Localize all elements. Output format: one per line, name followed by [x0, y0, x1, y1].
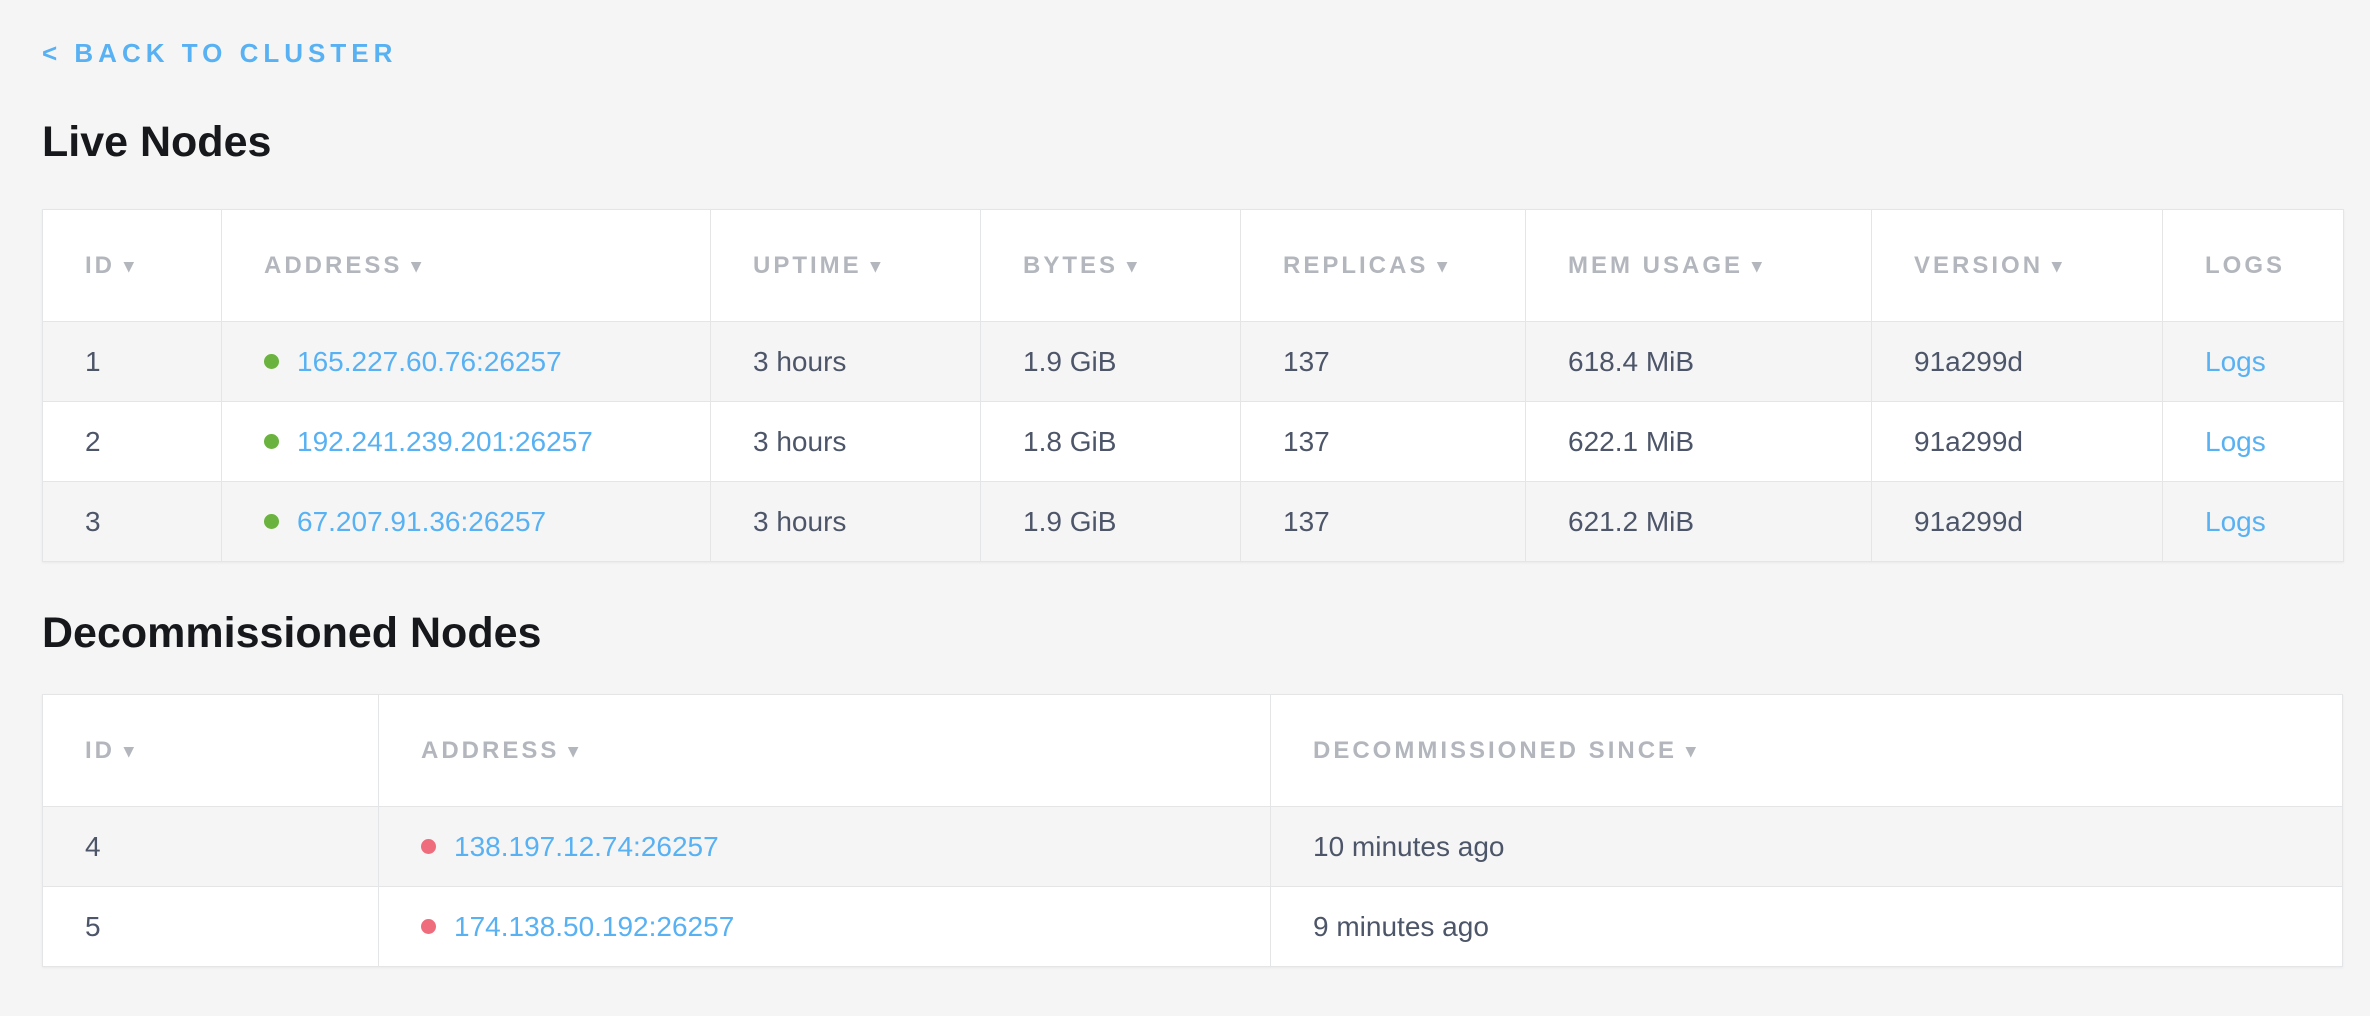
live-status-dot-icon	[264, 514, 279, 529]
node-version-cell: 91a299d	[1872, 482, 2163, 562]
node-address-link[interactable]: 67.207.91.36:26257	[297, 506, 546, 537]
table-row-node-2: 2 192.241.239.201:26257 3 hours 1.8 GiB …	[43, 402, 2344, 482]
table-row-node-5: 5 174.138.50.192:26257 9 minutes ago	[43, 887, 2343, 967]
node-address-link[interactable]: 174.138.50.192:26257	[454, 911, 734, 942]
sort-arrow-icon: ▾	[871, 256, 884, 277]
node-uptime-cell: 3 hours	[711, 322, 981, 402]
node-id-cell: 1	[43, 322, 222, 402]
node-logs-link[interactable]: Logs	[2205, 346, 2266, 377]
live-status-dot-icon	[264, 434, 279, 449]
live-nodes-title: Live Nodes	[42, 115, 2342, 169]
sort-arrow-icon: ▾	[124, 741, 137, 762]
node-logs-link[interactable]: Logs	[2205, 426, 2266, 457]
live-status-dot-icon	[264, 354, 279, 369]
node-logs-cell: Logs	[2163, 322, 2344, 402]
decommissioned-nodes-table: ID▾ ADDRESS▾ DECOMMISSIONED SINCE▾ 4 138…	[42, 694, 2343, 967]
node-id-cell: 3	[43, 482, 222, 562]
column-header-bytes[interactable]: BYTES▾	[981, 210, 1241, 322]
node-address-link[interactable]: 138.197.12.74:26257	[454, 831, 719, 862]
node-address-cell: 138.197.12.74:26257	[379, 807, 1271, 887]
sort-arrow-icon: ▾	[568, 741, 581, 762]
node-mem-usage-cell: 618.4 MiB	[1526, 322, 1872, 402]
page-content: < BACK TO CLUSTER Live Nodes ID▾ ADDRESS…	[0, 0, 2370, 967]
table-row-node-3: 3 67.207.91.36:26257 3 hours 1.9 GiB 137…	[43, 482, 2344, 562]
node-address-link[interactable]: 165.227.60.76:26257	[297, 346, 562, 377]
sort-arrow-icon: ▾	[1127, 256, 1140, 277]
column-header-logs: LOGS	[2163, 210, 2344, 322]
node-mem-usage-cell: 621.2 MiB	[1526, 482, 1872, 562]
node-logs-link[interactable]: Logs	[2205, 506, 2266, 537]
decommissioned-header-row: ID▾ ADDRESS▾ DECOMMISSIONED SINCE▾	[43, 695, 2343, 807]
node-replicas-cell: 137	[1241, 482, 1526, 562]
node-replicas-cell: 137	[1241, 322, 1526, 402]
live-nodes-table: ID▾ ADDRESS▾ UPTIME▾ BYTES▾ REPLICAS▾ ME…	[42, 209, 2344, 562]
sort-arrow-icon: ▾	[1686, 741, 1699, 762]
node-decommissioned-since-cell: 9 minutes ago	[1271, 887, 2343, 967]
column-header-uptime[interactable]: UPTIME▾	[711, 210, 981, 322]
node-id-cell: 5	[43, 887, 379, 967]
column-header-mem-usage[interactable]: MEM USAGE▾	[1526, 210, 1872, 322]
node-bytes-cell: 1.8 GiB	[981, 402, 1241, 482]
sort-arrow-icon: ▾	[124, 256, 137, 277]
node-mem-usage-cell: 622.1 MiB	[1526, 402, 1872, 482]
node-uptime-cell: 3 hours	[711, 402, 981, 482]
table-row-node-1: 1 165.227.60.76:26257 3 hours 1.9 GiB 13…	[43, 322, 2344, 402]
column-header-address[interactable]: ADDRESS▾	[222, 210, 711, 322]
sort-arrow-icon: ▾	[2052, 256, 2065, 277]
decommissioned-status-dot-icon	[421, 839, 436, 854]
table-row-node-4: 4 138.197.12.74:26257 10 minutes ago	[43, 807, 2343, 887]
decommissioned-nodes-title: Decommissioned Nodes	[42, 606, 2342, 660]
node-address-cell: 192.241.239.201:26257	[222, 402, 711, 482]
node-bytes-cell: 1.9 GiB	[981, 482, 1241, 562]
node-address-cell: 174.138.50.192:26257	[379, 887, 1271, 967]
column-header-id[interactable]: ID▾	[43, 695, 379, 807]
column-header-replicas[interactable]: REPLICAS▾	[1241, 210, 1526, 322]
column-header-decommissioned-since[interactable]: DECOMMISSIONED SINCE▾	[1271, 695, 2343, 807]
column-header-address[interactable]: ADDRESS▾	[379, 695, 1271, 807]
sort-arrow-icon: ▾	[1437, 256, 1450, 277]
node-logs-cell: Logs	[2163, 402, 2344, 482]
decommissioned-status-dot-icon	[421, 919, 436, 934]
node-address-cell: 67.207.91.36:26257	[222, 482, 711, 562]
column-header-version[interactable]: VERSION▾	[1872, 210, 2163, 322]
node-decommissioned-since-cell: 10 minutes ago	[1271, 807, 2343, 887]
sort-arrow-icon: ▾	[1752, 256, 1765, 277]
live-nodes-header-row: ID▾ ADDRESS▾ UPTIME▾ BYTES▾ REPLICAS▾ ME…	[43, 210, 2344, 322]
node-replicas-cell: 137	[1241, 402, 1526, 482]
node-list-page: < BACK TO CLUSTER Live Nodes ID▾ ADDRESS…	[0, 0, 2370, 1016]
node-address-link[interactable]: 192.241.239.201:26257	[297, 426, 593, 457]
node-uptime-cell: 3 hours	[711, 482, 981, 562]
node-logs-cell: Logs	[2163, 482, 2344, 562]
node-address-cell: 165.227.60.76:26257	[222, 322, 711, 402]
back-to-cluster-link[interactable]: < BACK TO CLUSTER	[42, 38, 397, 69]
node-id-cell: 2	[43, 402, 222, 482]
column-header-id[interactable]: ID▾	[43, 210, 222, 322]
node-bytes-cell: 1.9 GiB	[981, 322, 1241, 402]
sort-arrow-icon: ▾	[411, 256, 424, 277]
node-version-cell: 91a299d	[1872, 322, 2163, 402]
node-id-cell: 4	[43, 807, 379, 887]
node-version-cell: 91a299d	[1872, 402, 2163, 482]
